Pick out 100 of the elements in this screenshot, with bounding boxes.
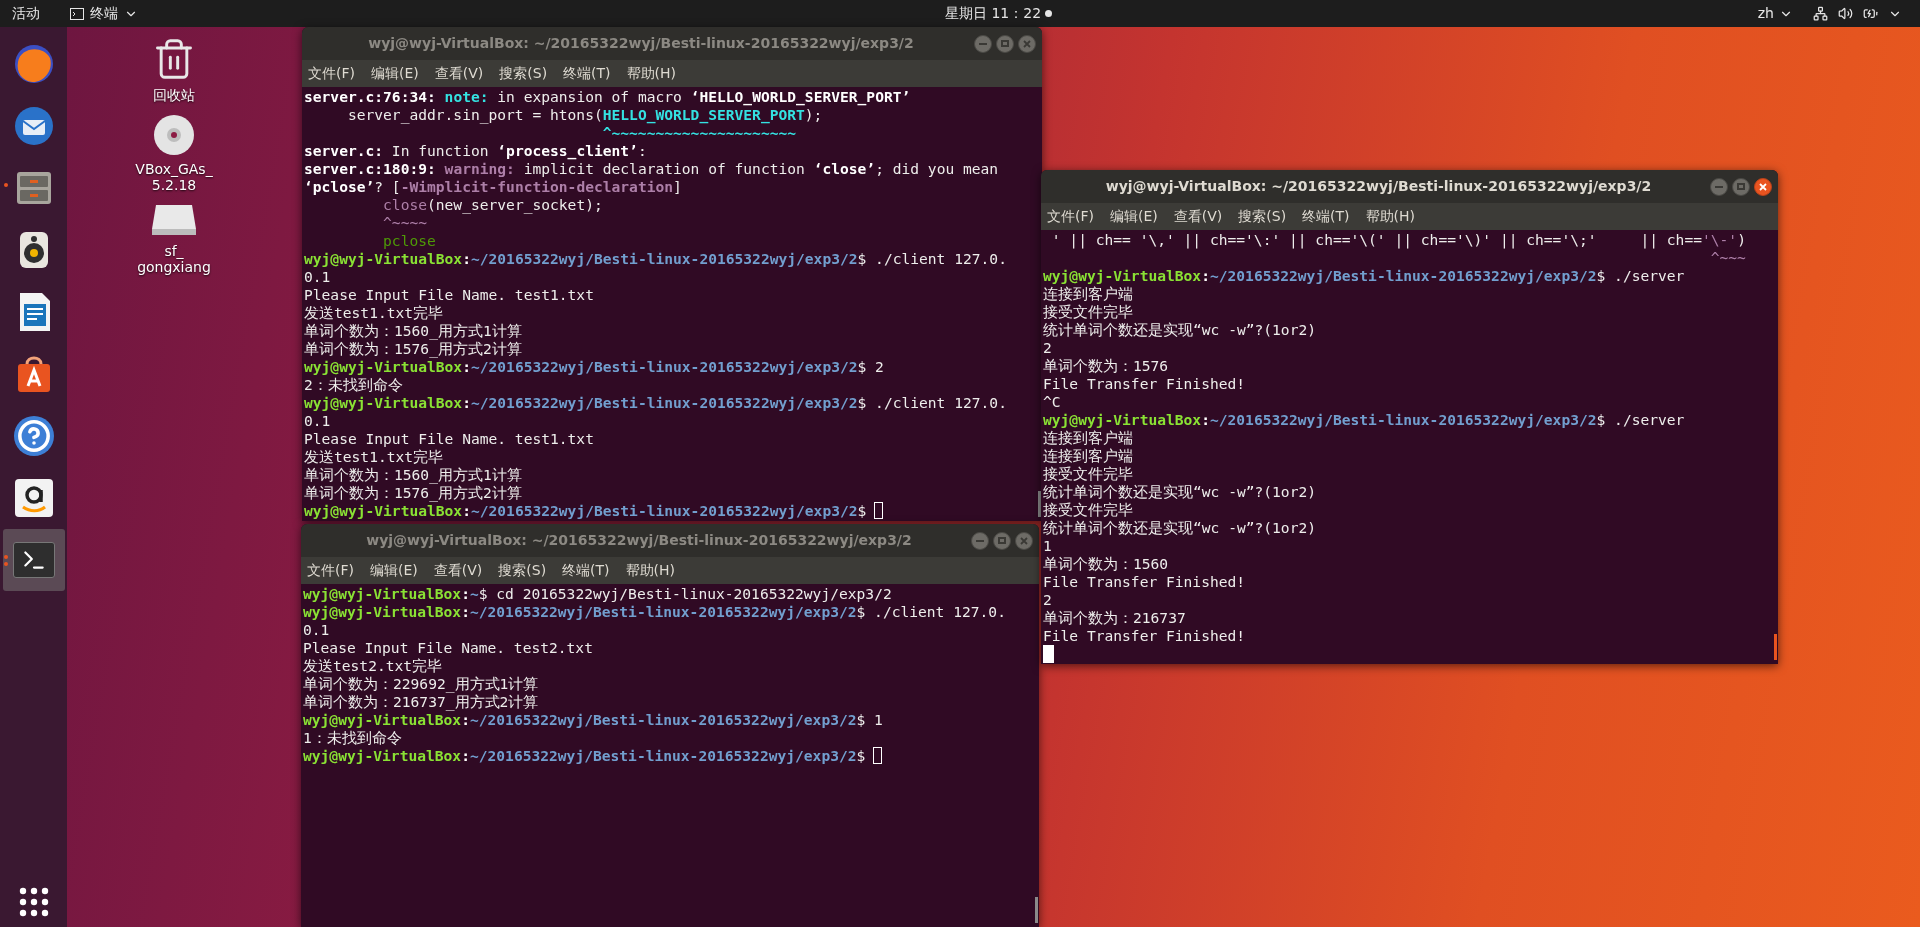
minimize-button[interactable] [971, 531, 989, 550]
close-button[interactable] [1754, 177, 1772, 196]
menu-item[interactable]: 终端(T) [563, 63, 611, 84]
menu-item[interactable]: 帮助(H) [1365, 206, 1416, 227]
terminal-line: 单词个数为：1576 [1043, 357, 1169, 375]
terminal-line: 单词个数为：216737 [1043, 609, 1186, 627]
window-title: wyj@wyj-VirtualBox: ~/20165322wyj/Besti-linux-20165322wyj/exp3/2 [368, 34, 914, 53]
menu-item[interactable]: 文件(F) [1047, 206, 1094, 227]
app-grid-icon[interactable] [18, 887, 49, 917]
network-icon [1813, 6, 1828, 21]
terminal-line: wyj@wyj-VirtualBox:~/20165322wyj/Besti-linux-20165322wyj/exp3/2$ [304, 502, 867, 520]
terminal-line: wyj@wyj-VirtualBox:~/20165322wyj/Besti-linux-20165322wyj/exp3/2$ ./server [1043, 411, 1685, 429]
terminal-line: 2 [1043, 339, 1052, 357]
close-icon [1020, 536, 1028, 545]
terminal-line: server.c:180:9: warning: implicit declaration of function ‘close’; did you mean [304, 160, 999, 178]
menu-item[interactable]: 终端(T) [1302, 206, 1350, 227]
terminal-line: wyj@wyj-VirtualBox:~/20165322wyj/Besti-linux-20165322wyj/exp3/2$ ./server [1043, 267, 1685, 285]
activities-button[interactable]: 活动 [12, 3, 40, 24]
battery-icon [1863, 6, 1878, 21]
terminal-line: 统计单词个数还是实现“wc -w”?(1or2) [1043, 321, 1316, 339]
terminal-line: 单词个数为：1560_用方式1计算 [304, 466, 522, 484]
terminal-line: close(new_server_socket); [382, 196, 603, 214]
terminal-line: 2：未找到命令 [304, 376, 403, 394]
terminal-line: 0.1 [304, 412, 331, 430]
menu-item[interactable]: 帮助(H) [626, 63, 677, 84]
menu-item[interactable]: 文件(F) [308, 63, 355, 84]
close-icon [1023, 39, 1031, 48]
terminal-line: 单词个数为：216737_用方式2计算 [303, 693, 539, 711]
terminal-line: 单词个数为：1576_用方式2计算 [304, 340, 522, 358]
maximize-button[interactable] [996, 34, 1014, 53]
maximize-button[interactable] [993, 531, 1011, 550]
terminal-line: wyj@wyj-VirtualBox:~/20165322wyj/Besti-linux-20165322wyj/exp3/2$ 1 [303, 711, 883, 729]
terminal-line: 1 [1043, 537, 1052, 555]
language-menu[interactable]: zh [1757, 3, 1793, 24]
terminal-line: 发送test1.txt完毕 [304, 448, 444, 466]
terminal-line: 发送test1.txt完毕 [304, 304, 444, 322]
terminal-line: 2 [1043, 591, 1052, 609]
menu-item[interactable]: 编辑(E) [1110, 206, 1158, 227]
terminal-icon [70, 7, 84, 20]
terminal-line: 连接到客户端 [1043, 429, 1133, 447]
menu-item[interactable]: 终端(T) [562, 560, 610, 581]
terminal-line: wyj@wyj-VirtualBox:~$ cd 20165322wyj/Besti-linux-20165322wyj/exp3/2 [303, 585, 892, 603]
terminal-line: Please Input File Name. test1.txt [304, 286, 594, 304]
terminal-line: File Transfer Finished! [1043, 375, 1246, 393]
terminal-line: 0.1 [304, 268, 331, 286]
terminal-line: 统计单词个数还是实现“wc -w”?(1or2) [1043, 483, 1316, 501]
scrollbar-thumb [1035, 897, 1038, 923]
menu-item[interactable]: 帮助(H) [625, 560, 676, 581]
terminal-line: 接受文件完毕 [1043, 501, 1133, 519]
terminal-line: 发送test2.txt完毕 [303, 657, 443, 675]
terminal-line: ^~~~~~~~~~~~~~~~~~~~~~ [601, 124, 797, 142]
menu-item[interactable]: 编辑(E) [370, 560, 418, 581]
volume-icon [1838, 6, 1853, 21]
menu-item[interactable]: 搜索(S) [498, 560, 547, 581]
terminal-line: pclose [382, 232, 436, 250]
desktop-icon-label[interactable]: VBox_GAs_ 5.2.18 [135, 161, 213, 193]
disc-icon [152, 113, 196, 157]
terminal-line: 接受文件完毕 [1043, 465, 1133, 483]
terminal-line: 单词个数为：1576_用方式2计算 [304, 484, 522, 502]
scrollbar-thumb [1038, 491, 1041, 517]
terminal-line: 单词个数为：1560_用方式1计算 [304, 322, 522, 340]
menu-item[interactable]: 编辑(E) [371, 63, 419, 84]
scrollbar-thumb [1774, 634, 1777, 660]
app-menu[interactable]: 终端 [70, 3, 138, 24]
menu-item[interactable]: 查看(V) [434, 63, 484, 84]
menu-item[interactable]: 查看(V) [1173, 206, 1223, 227]
menu-item[interactable]: 查看(V) [433, 560, 483, 581]
minimize-button[interactable] [974, 34, 992, 53]
window-title: wyj@wyj-VirtualBox: ~/20165322wyj/Besti-linux-20165322wyj/exp3/2 [1105, 177, 1652, 196]
clock[interactable]: 星期日 11：22 [945, 3, 1042, 24]
menu-item[interactable]: 搜索(S) [499, 63, 548, 84]
menu-item[interactable]: 搜索(S) [1238, 206, 1287, 227]
terminal-line: ^~~~~ [382, 214, 427, 232]
desktop-icon-label[interactable]: sf_ gongxiang [137, 243, 211, 275]
desktop-icon-label[interactable]: 回收站 [153, 87, 195, 103]
terminal-line: 接受文件完毕 [1043, 303, 1133, 321]
terminal-line: Please Input File Name. test1.txt [304, 430, 594, 448]
terminal-line: File Transfer Finished! [1043, 573, 1246, 591]
terminal-line: Please Input File Name. test2.txt [303, 639, 593, 657]
terminal-line: ^C [1043, 393, 1061, 411]
menu-item[interactable]: 文件(F) [307, 560, 354, 581]
terminal-line: ' || ch== '\,' || ch=='\:' || ch=='\(' || ch=='\)' || ch=='\;' || ch=='\-') [1050, 231, 1746, 249]
close-icon [1759, 182, 1767, 191]
terminal-line: File Transfer Finished! [1043, 627, 1246, 645]
terminal-line: wyj@wyj-VirtualBox:~/20165322wyj/Besti-linux-20165322wyj/exp3/2$ ./client 127.0. [304, 250, 1007, 268]
terminal-line: wyj@wyj-VirtualBox:~/20165322wyj/Besti-linux-20165322wyj/exp3/2$ [303, 747, 866, 765]
minimize-button[interactable] [1710, 177, 1728, 196]
help-icon [13, 416, 54, 456]
terminal-line: 连接到客户端 [1043, 285, 1133, 303]
window-title: wyj@wyj-VirtualBox: ~/20165322wyj/Besti-linux-20165322wyj/exp3/2 [366, 531, 912, 550]
terminal-line: 0.1 [303, 621, 330, 639]
terminal-line: 连接到客户端 [1043, 447, 1133, 465]
terminal-line: 单词个数为：1560 [1043, 555, 1169, 573]
terminal-line: server.c:76:34: note: in expansion of macro ‘HELLO_WORLD_SERVER_PORT’ [304, 88, 911, 106]
terminal-line: ^~~~ [1709, 249, 1746, 267]
terminal-line: 1：未找到命令 [303, 729, 402, 747]
terminal-line: ‘pclose’? [-Wimplicit-function-declaration] [304, 178, 682, 196]
terminal-line: 单词个数为：229692_用方式1计算 [303, 675, 539, 693]
terminal-line: 统计单词个数还是实现“wc -w”?(1or2) [1043, 519, 1316, 537]
terminal-line: wyj@wyj-VirtualBox:~/20165322wyj/Besti-linux-20165322wyj/exp3/2$ ./client 127.0. [304, 394, 1007, 412]
